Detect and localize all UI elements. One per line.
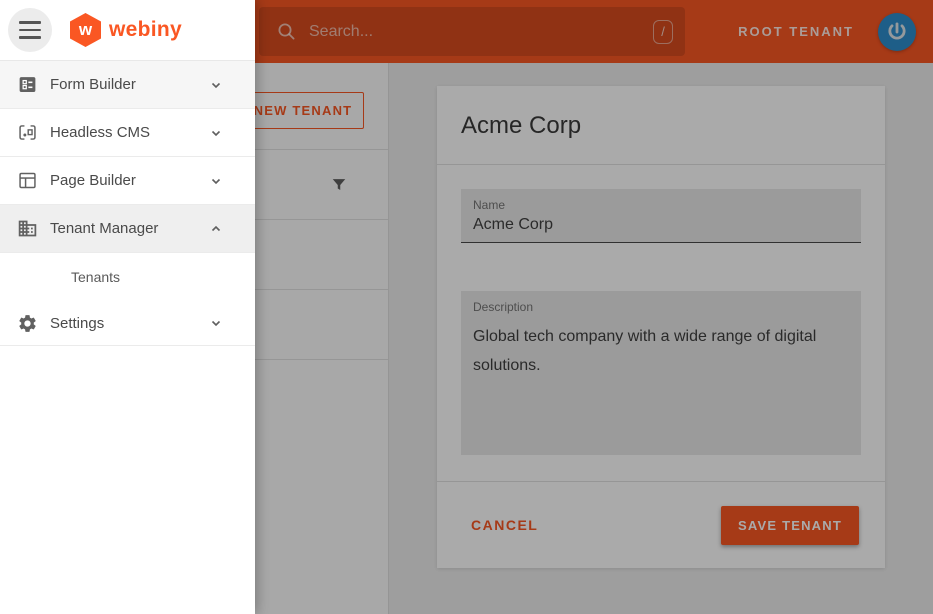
tenant-manager-icon (17, 218, 38, 239)
sidebar-item-settings[interactable]: Settings (0, 301, 255, 346)
sidebar-item-label: Tenant Manager (50, 220, 158, 237)
chevron-down-icon (209, 126, 223, 140)
sidebar-item-page-builder[interactable]: Page Builder (0, 157, 255, 205)
drawer-header: w webiny (0, 0, 255, 61)
form-builder-icon (17, 74, 38, 95)
chevron-down-icon (209, 316, 223, 330)
navigation-drawer: w webiny Form Builder (0, 0, 255, 614)
sidebar-item-label: Headless CMS (50, 124, 150, 141)
sidebar-item-label: Settings (50, 315, 104, 332)
webiny-logo-hexagon: w (70, 13, 101, 47)
menu-hamburger-button[interactable] (8, 8, 52, 52)
page-builder-icon (17, 170, 38, 191)
chevron-down-icon (209, 78, 223, 92)
chevron-up-icon (209, 222, 223, 236)
sidebar-item-label: Page Builder (50, 172, 136, 189)
webiny-admin-app: / ROOT TENANT NEW TENANT (0, 0, 933, 614)
webiny-logo-text: webiny (109, 18, 182, 42)
sidebar-item-tenants[interactable]: Tenants (0, 253, 255, 301)
webiny-logo[interactable]: w webiny (70, 13, 182, 47)
sidebar-item-label: Form Builder (50, 76, 136, 93)
chevron-down-icon (209, 174, 223, 188)
headless-cms-icon (17, 122, 38, 143)
sidebar-item-headless-cms[interactable]: Headless CMS (0, 109, 255, 157)
sidebar-item-label: Tenants (71, 269, 120, 285)
gear-icon (17, 313, 38, 334)
sidebar-item-form-builder[interactable]: Form Builder (0, 61, 255, 109)
sidebar-item-tenant-manager[interactable]: Tenant Manager (0, 205, 255, 253)
